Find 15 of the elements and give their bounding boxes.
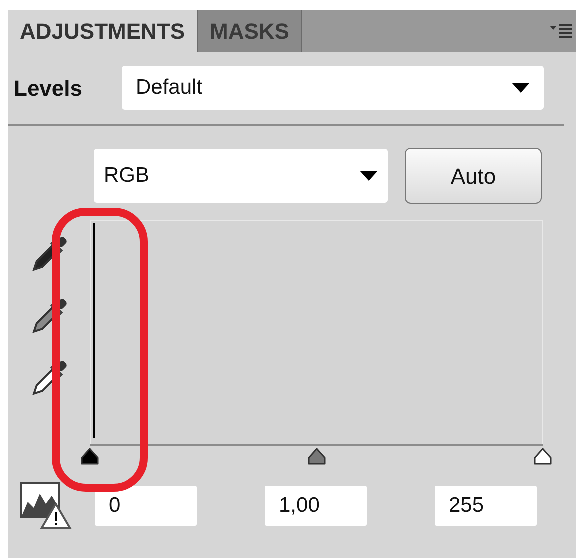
slider-thumb[interactable] [308, 448, 326, 466]
preset-dropdown[interactable]: Default [122, 66, 544, 110]
adjustment-label: Levels [14, 74, 84, 102]
histogram-warning-icon[interactable] [20, 482, 72, 530]
dropdown-caret-icon [512, 83, 530, 93]
slider-thumb[interactable] [81, 448, 99, 466]
panel-tab[interactable]: ADJUSTMENTS [8, 10, 198, 52]
channel-dropdown[interactable]: RGB [94, 149, 388, 203]
menu-icon[interactable] [550, 24, 572, 38]
auto-button[interactable]: Auto [405, 148, 542, 204]
slider-thumb[interactable] [534, 448, 552, 466]
level-input[interactable]: 1,00 [265, 486, 367, 526]
level-input[interactable]: 255 [435, 486, 537, 526]
dropdown-caret-icon [360, 171, 378, 181]
level-input[interactable]: 0 [95, 486, 197, 526]
